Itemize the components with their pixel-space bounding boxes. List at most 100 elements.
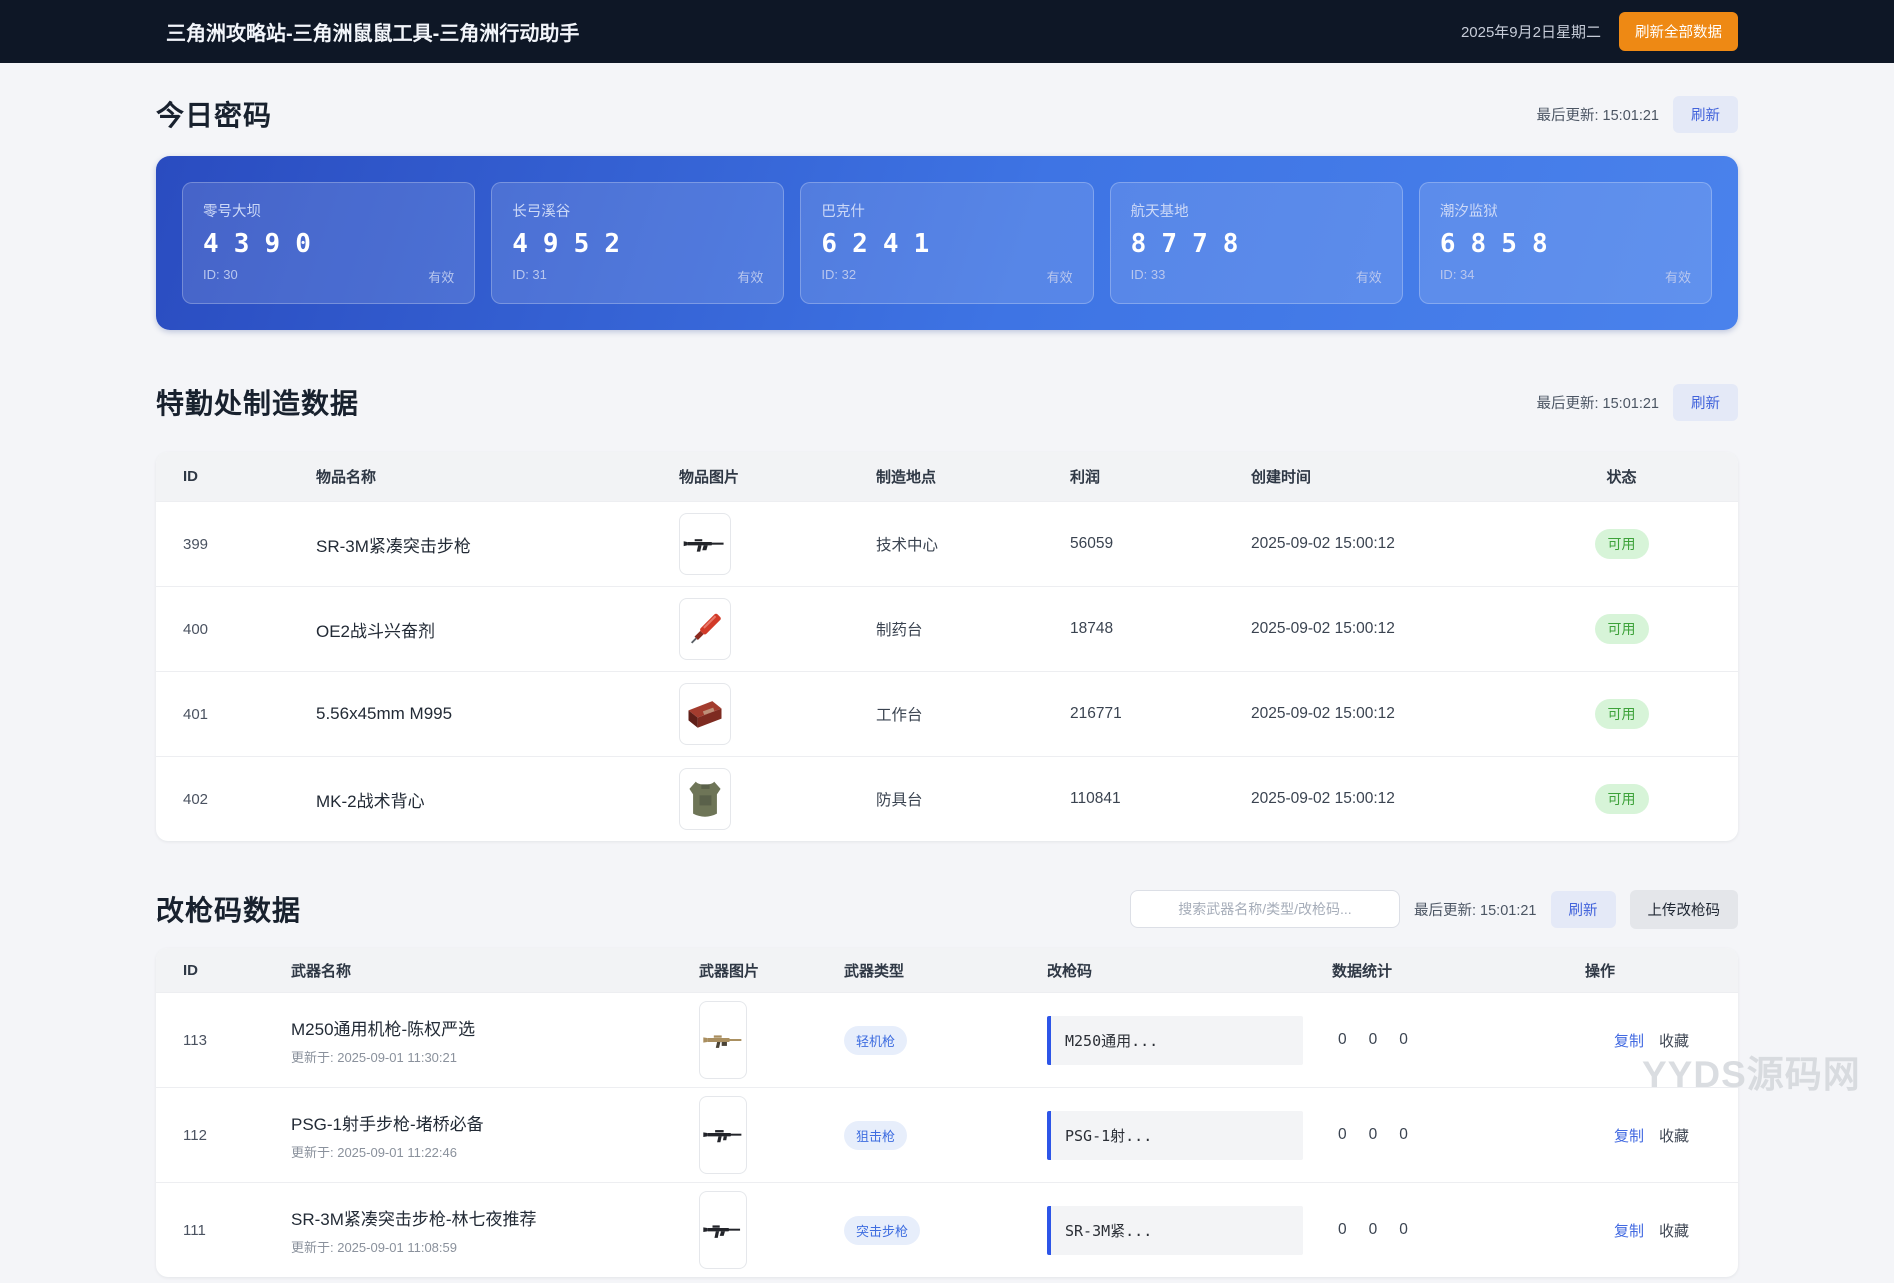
refresh-all-button[interactable]: 刷新全部数据 bbox=[1619, 12, 1738, 51]
item-created: 2025-09-02 15:00:12 bbox=[1251, 705, 1395, 722]
weapon-type-badge: 狙击枪 bbox=[844, 1120, 908, 1150]
rifle-icon bbox=[703, 1225, 741, 1238]
map-name: 巴克什 bbox=[821, 204, 865, 220]
gun-codes-section: 改枪码数据 最后更新: 15:01:21 刷新 上传改枪码 ID 武器名称 武器… bbox=[156, 889, 1738, 1277]
password-card: 零号大坝 4390 ID: 30 有效 bbox=[182, 182, 476, 304]
manufacturing-refresh-button[interactable]: 刷新 bbox=[1673, 383, 1738, 421]
weapon-image-rifle bbox=[699, 1191, 747, 1269]
map-name: 潮汐监狱 bbox=[1439, 204, 1498, 220]
favorite-link[interactable]: 收藏 bbox=[1659, 1125, 1689, 1146]
copy-link[interactable]: 复制 bbox=[1614, 1220, 1644, 1241]
password-status: 有效 bbox=[1355, 270, 1382, 285]
manufacturing-last-update: 最后更新: 15:01:21 bbox=[1536, 395, 1659, 412]
item-name: OE2战斗兴奋剂 bbox=[316, 621, 436, 641]
status-badge: 可用 bbox=[1594, 784, 1649, 814]
password-code: 6858 bbox=[1439, 229, 1563, 259]
weapon-id: 113 bbox=[183, 1031, 207, 1049]
item-place: 防具台 bbox=[876, 792, 923, 809]
weapon-image-dmr bbox=[699, 1096, 747, 1174]
gun-codes-table: ID 武器名称 武器图片 武器类型 改枪码 数据统计 操作 113 M250通用… bbox=[156, 948, 1738, 1277]
gun-code-value: M250通用... bbox=[1047, 1015, 1303, 1065]
map-name: 航天基地 bbox=[1130, 204, 1189, 220]
status-badge: 可用 bbox=[1594, 529, 1649, 559]
table-row: 400 OE2战斗兴奋剂 制药台 18748 2025-09-02 15:00:… bbox=[156, 586, 1738, 671]
item-id: 400 bbox=[183, 620, 209, 638]
search-input[interactable] bbox=[1129, 890, 1400, 928]
lmg-icon bbox=[703, 1035, 742, 1048]
password-code: 4952 bbox=[512, 229, 636, 259]
password-id: ID: 34 bbox=[1439, 267, 1475, 282]
password-section-title: 今日密码 bbox=[156, 100, 273, 131]
item-created: 2025-09-02 15:00:12 bbox=[1251, 620, 1395, 637]
item-image-ammo bbox=[679, 683, 731, 745]
favorite-link[interactable]: 收藏 bbox=[1659, 1220, 1689, 1241]
copy-link[interactable]: 复制 bbox=[1614, 1030, 1644, 1051]
table-row: 111 SR-3M紧凑突击步枪-林七夜推荐 更新于: 2025-09-01 11… bbox=[156, 1182, 1738, 1277]
status-badge: 可用 bbox=[1594, 699, 1649, 729]
manufacturing-section-title: 特勤处制造数据 bbox=[156, 388, 360, 419]
table-row: 113 M250通用机枪-陈权严选 更新于: 2025-09-01 11:30:… bbox=[156, 992, 1738, 1087]
upload-gun-code-button[interactable]: 上传改枪码 bbox=[1629, 889, 1738, 929]
weapon-id: 111 bbox=[183, 1221, 206, 1239]
gun-code-value: PSG-1射... bbox=[1047, 1110, 1303, 1160]
weapon-updated: 更新于: 2025-09-01 11:22:46 bbox=[291, 1144, 457, 1160]
item-id: 401 bbox=[183, 705, 209, 723]
password-card: 航天基地 8778 ID: 33 有效 bbox=[1109, 182, 1403, 304]
password-panel: 零号大坝 4390 ID: 30 有效 长弓溪谷 4952 ID: 31 有效 … bbox=[156, 156, 1738, 330]
item-profit: 110841 bbox=[1070, 790, 1121, 807]
item-name: SR-3M紧凑突击步枪 bbox=[316, 536, 471, 556]
favorite-link[interactable]: 收藏 bbox=[1659, 1030, 1689, 1051]
password-id: ID: 30 bbox=[203, 267, 238, 282]
item-id: 402 bbox=[183, 790, 209, 808]
weapon-name: SR-3M紧凑突击步枪-林七夜推荐 bbox=[291, 1209, 537, 1229]
password-status: 有效 bbox=[1665, 270, 1692, 285]
weapon-stats: 0 0 0 bbox=[1338, 1031, 1408, 1048]
item-profit: 18748 bbox=[1070, 620, 1114, 637]
table-row: 402 MK-2战术背心 防具台 110841 2025-09-02 15:00… bbox=[156, 756, 1738, 841]
password-code: 6241 bbox=[821, 229, 945, 259]
password-card: 长弓溪谷 4952 ID: 31 有效 bbox=[491, 182, 785, 304]
item-created: 2025-09-02 15:00:12 bbox=[1251, 790, 1395, 807]
password-code: 4390 bbox=[203, 229, 326, 259]
item-name: 5.56x45mm M995 bbox=[316, 704, 453, 723]
table-row: 112 PSG-1射手步枪-堵桥必备 更新于: 2025-09-01 11:22… bbox=[156, 1087, 1738, 1182]
table-row: 401 5.56x45mm M995 工作台 216771 2025-09-02… bbox=[156, 671, 1738, 756]
password-code: 8778 bbox=[1130, 229, 1254, 259]
gun-code-value: SR-3M紧... bbox=[1047, 1205, 1303, 1255]
password-last-update: 最后更新: 15:01:21 bbox=[1536, 107, 1659, 124]
manufacturing-table: ID 物品名称 物品图片 制造地点 利润 创建时间 状态 399 SR-3M紧凑… bbox=[156, 452, 1738, 841]
item-profit: 56059 bbox=[1070, 535, 1114, 552]
manufacturing-table-header: ID 物品名称 物品图片 制造地点 利润 创建时间 状态 bbox=[156, 452, 1738, 501]
password-id: ID: 33 bbox=[1130, 267, 1166, 282]
item-name: MK-2战术背心 bbox=[316, 791, 425, 811]
password-status: 有效 bbox=[1046, 270, 1073, 285]
vest-icon bbox=[689, 781, 721, 817]
weapon-stats: 0 0 0 bbox=[1338, 1221, 1408, 1238]
map-name: 零号大坝 bbox=[203, 204, 261, 220]
gun-codes-table-header: ID 武器名称 武器图片 武器类型 改枪码 数据统计 操作 bbox=[156, 948, 1738, 992]
gun-codes-last-update: 最后更新: 15:01:21 bbox=[1413, 902, 1537, 919]
dmr-icon bbox=[703, 1130, 742, 1143]
item-place: 制药台 bbox=[876, 622, 923, 639]
password-id: ID: 32 bbox=[821, 267, 857, 282]
copy-link[interactable]: 复制 bbox=[1614, 1125, 1644, 1146]
table-row: 399 SR-3M紧凑突击步枪 技术中心 56059 2025-09-02 15… bbox=[156, 501, 1738, 586]
site-title: 三角洲攻略站-三角洲鼠鼠工具-三角洲行动助手 bbox=[166, 23, 580, 45]
item-place: 技术中心 bbox=[876, 537, 939, 554]
password-section: 今日密码 最后更新: 15:01:21 刷新 零号大坝 4390 ID: 30 … bbox=[156, 94, 1738, 330]
gun-codes-refresh-button[interactable]: 刷新 bbox=[1550, 890, 1616, 928]
weapon-updated: 更新于: 2025-09-01 11:08:59 bbox=[291, 1239, 457, 1255]
password-card: 巴克什 6241 ID: 32 有效 bbox=[800, 182, 1094, 304]
rifle-icon bbox=[683, 539, 724, 552]
item-image-vest bbox=[679, 768, 731, 830]
weapon-id: 112 bbox=[183, 1126, 207, 1144]
weapon-stats: 0 0 0 bbox=[1338, 1126, 1408, 1143]
weapon-name: M250通用机枪-陈权严选 bbox=[291, 1019, 476, 1039]
weapon-type-badge: 突击步枪 bbox=[844, 1215, 921, 1245]
current-date: 2025年9月2日星期二 bbox=[1460, 24, 1601, 41]
password-status: 有效 bbox=[737, 270, 764, 285]
password-refresh-button[interactable]: 刷新 bbox=[1673, 95, 1738, 133]
item-profit: 216771 bbox=[1070, 705, 1122, 722]
weapon-image-lmg bbox=[699, 1001, 747, 1079]
password-id: ID: 31 bbox=[512, 267, 547, 282]
